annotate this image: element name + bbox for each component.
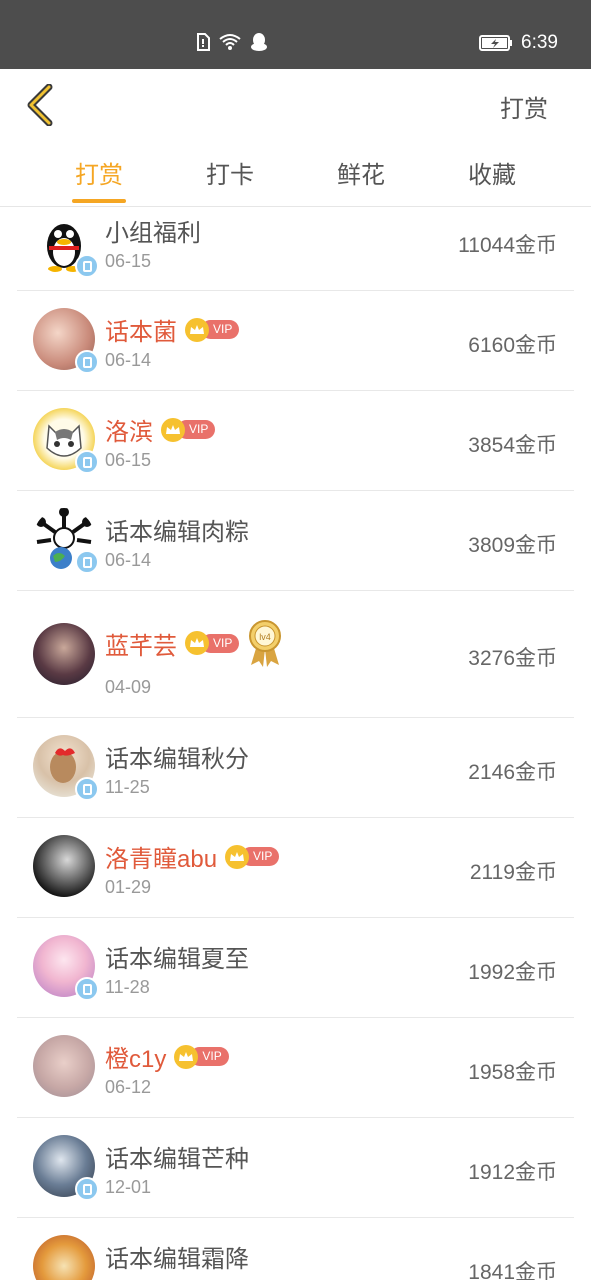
chevron-left-icon: [27, 84, 53, 126]
reward-date: 11-25: [105, 777, 150, 797]
official-badge-icon: [75, 777, 99, 801]
vip-badge: VIP: [225, 844, 280, 869]
official-badge-icon: [75, 254, 99, 278]
crown-icon: [185, 317, 209, 342]
avatar[interactable]: [33, 308, 99, 374]
reward-amount: 6160金币: [468, 334, 557, 357]
user-name[interactable]: 话本菌: [105, 312, 177, 347]
reward-amount: 3854金币: [468, 434, 557, 457]
crown-icon: [161, 417, 185, 442]
tab-checkin[interactable]: 打卡: [185, 155, 275, 190]
user-name[interactable]: 话本编辑肉粽: [105, 512, 249, 547]
reward-amount: 2119金币: [469, 861, 557, 884]
vip-badge: VIP: [185, 317, 240, 342]
user-name[interactable]: 话本编辑霜降: [105, 1239, 249, 1274]
reward-amount: 1912金币: [468, 1161, 557, 1184]
reward-date: 06-12: [105, 1077, 152, 1097]
user-name[interactable]: 洛滨: [105, 412, 153, 447]
user-name[interactable]: 话本编辑秋分: [105, 739, 249, 774]
avatar[interactable]: [33, 623, 95, 685]
tab-indicator: [72, 199, 126, 203]
reward-amount: 11044金币: [458, 234, 557, 257]
reward-list: 小组福利 06-15 11044金币 话本菌 VIP 06-14 6160金币: [0, 208, 591, 1280]
status-icons: [196, 32, 268, 52]
tab-bar: 打赏 打卡 鲜花 收藏: [0, 141, 591, 207]
avatar[interactable]: [33, 508, 99, 574]
crown-icon: [225, 844, 250, 869]
reward-date: 12-01: [105, 1177, 152, 1197]
list-item[interactable]: 橙c1y VIP 06-12 1958金币: [17, 1018, 574, 1118]
vip-badge: VIP: [174, 1044, 229, 1069]
list-item[interactable]: 话本菌 VIP 06-14 6160金币: [17, 291, 574, 391]
list-item[interactable]: 蓝芊芸 VIP lv4 04-09 3276金币: [17, 591, 574, 718]
user-name[interactable]: 橙c1y: [105, 1039, 166, 1074]
reward-date: 06-15: [105, 450, 152, 470]
level-medal-icon: lv4: [249, 620, 282, 667]
avatar[interactable]: [33, 1035, 95, 1097]
avatar[interactable]: [33, 408, 99, 474]
battery-icon: [479, 35, 513, 51]
tab-flowers[interactable]: 鲜花: [316, 155, 406, 190]
user-name[interactable]: 洛青瞳abu: [105, 839, 217, 874]
reward-date: 06-15: [105, 251, 152, 271]
tab-reward[interactable]: 打赏: [54, 155, 144, 190]
avatar[interactable]: [33, 735, 99, 801]
tab-favorites[interactable]: 收藏: [447, 155, 537, 190]
avatar[interactable]: [33, 212, 99, 278]
list-item[interactable]: 洛青瞳abu VIP 01-29 2119金币: [17, 818, 574, 918]
vip-badge: VIP: [161, 417, 216, 442]
avatar[interactable]: [33, 1135, 99, 1201]
official-badge-icon: [75, 1177, 99, 1201]
list-item[interactable]: 洛滨 VIP 06-15 3854金币: [17, 391, 574, 491]
wifi-icon: [219, 34, 241, 50]
crown-icon: [185, 631, 209, 655]
reward-date: 01-29: [105, 877, 152, 897]
nav-bar: 打赏: [0, 69, 591, 141]
back-button[interactable]: [20, 82, 60, 128]
official-badge-icon: [75, 350, 99, 374]
avatar[interactable]: [33, 935, 99, 1001]
reward-date: 06-14: [105, 350, 152, 370]
status-bar: 6:39: [0, 0, 591, 69]
reward-date: 04-09: [105, 677, 152, 697]
user-name[interactable]: 话本编辑夏至: [105, 939, 249, 974]
crown-icon: [174, 1044, 199, 1069]
reward-button[interactable]: 打赏: [500, 89, 548, 124]
list-item[interactable]: 话本编辑夏至 11-28 1992金币: [17, 918, 574, 1018]
vip-badge: VIP: [185, 631, 240, 655]
official-badge-icon: [75, 550, 99, 574]
list-item[interactable]: 话本编辑肉粽 06-14 3809金币: [17, 491, 574, 591]
avatar[interactable]: [33, 1235, 95, 1280]
reward-date: 06-14: [105, 550, 152, 570]
qq-icon: [251, 33, 267, 51]
list-item[interactable]: 话本编辑芒种 12-01 1912金币: [17, 1118, 574, 1218]
sim-icon: [197, 33, 210, 51]
status-time: 6:39: [521, 32, 558, 53]
official-badge-icon: [75, 450, 99, 474]
official-badge-icon: [75, 977, 99, 1001]
reward-amount: 3276金币: [468, 647, 557, 670]
reward-date: 11-28: [105, 977, 150, 997]
user-name[interactable]: 蓝芊芸: [105, 626, 177, 661]
reward-amount: 1841金币: [468, 1261, 557, 1280]
avatar[interactable]: [33, 835, 95, 897]
list-item[interactable]: 话本编辑霜降 1841金币: [17, 1218, 574, 1280]
reward-amount: 3809金币: [468, 534, 557, 557]
reward-amount: 1992金币: [468, 961, 557, 984]
list-item[interactable]: 话本编辑秋分 11-25 2146金币: [17, 718, 574, 818]
reward-amount: 2146金币: [468, 761, 557, 784]
list-item[interactable]: 小组福利 06-15 11044金币: [17, 208, 574, 291]
user-name[interactable]: 话本编辑芒种: [105, 1139, 249, 1174]
reward-amount: 1958金币: [468, 1061, 557, 1084]
user-name[interactable]: 小组福利: [105, 213, 201, 248]
svg-text:lv4: lv4: [260, 632, 272, 642]
